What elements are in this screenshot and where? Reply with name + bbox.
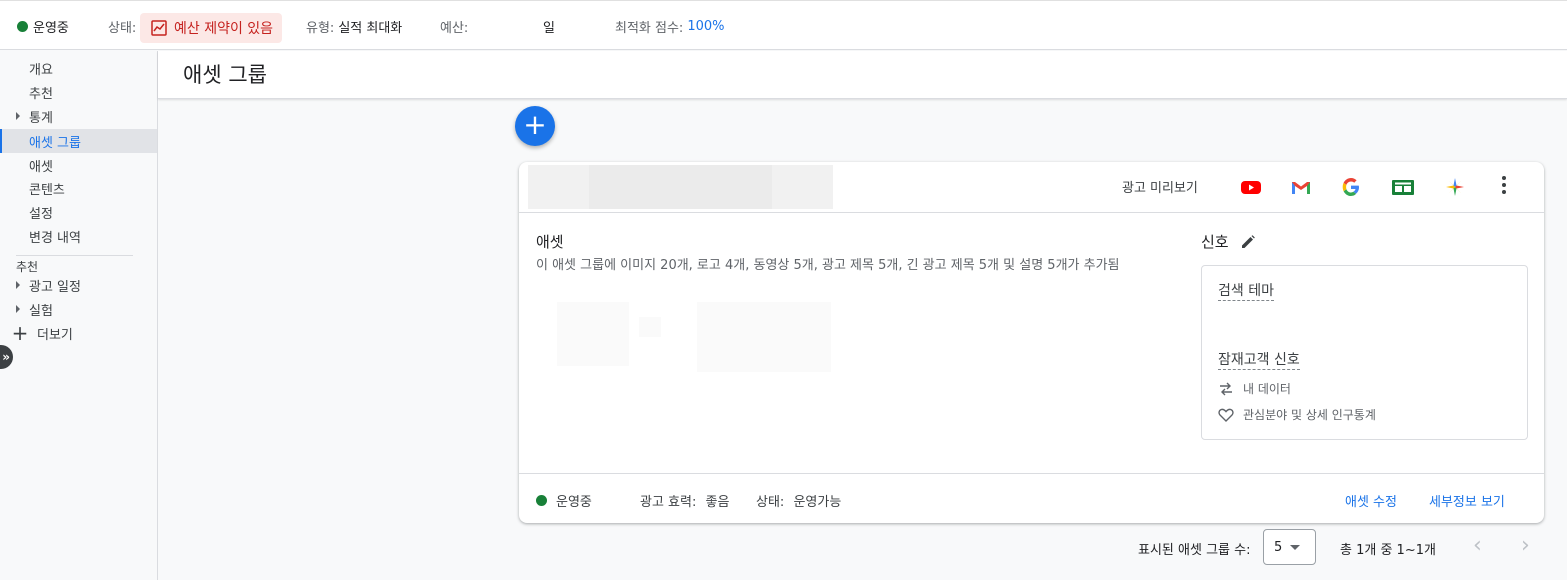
opt-score-value[interactable]: 100% [687,19,724,34]
campaign-running-status[interactable]: 운영중 [17,1,69,51]
assets-title: 애셋 [536,233,564,251]
asset-group-card: 광고 미리보기 애셋 이 애셋 그룹에 이미지 20개, 로고 4개, 동영상 … [519,162,1544,523]
sidebar-nav: 개요 추천 통계 애셋 그룹 애셋 콘텐츠 설정 변경 내역 추천 광고 일정 … [0,51,158,580]
sidebar-item-ad-schedule[interactable]: 광고 일정 [0,273,157,297]
sidebar-item-label: 설정 [29,206,53,222]
ad-strength[interactable]: 광고 효력: 좋음 [640,491,729,510]
budget-label: 예산: [440,20,469,36]
asset-group-name[interactable] [528,165,833,209]
ad-strength-value: 좋음 [705,495,730,510]
my-data-label: 내 데이터 [1243,382,1291,396]
sidebar-item-recommendations[interactable]: 추천 [0,80,157,104]
ad-preview-label[interactable]: 광고 미리보기 [1122,177,1198,196]
google-icon[interactable] [1339,177,1363,197]
footer-status-text: 운영중 [556,495,592,510]
sidebar-item-label: 개요 [29,62,53,78]
sidebar-item-settings[interactable]: 설정 [0,200,157,224]
interests-label: 관심분야 및 상세 인구통계 [1243,408,1376,422]
rows-per-page-label: 표시된 애셋 그룹 수: [1138,543,1251,558]
rows-per-page-value: 5 [1274,539,1283,555]
sidebar-more-button[interactable]: + 더보기 [10,323,73,343]
budget-limited-chip[interactable]: 예산 제약이 있음 [140,13,283,43]
rows-per-page-select[interactable]: 5 [1263,529,1316,565]
running-status-dot [17,20,28,32]
sidebar-item-label: 실험 [29,303,53,319]
asset-thumbnail [697,302,831,372]
type-value: 실적 최대화 [338,20,403,36]
sidebar-item-label: 추천 [29,86,53,102]
asset-group-status: 운영중 [536,491,592,510]
next-page-icon[interactable]: › [1521,535,1530,557]
sidebar-item-assets[interactable]: 애셋 [0,153,157,177]
page-title: 애셋 그룹 [183,63,267,87]
signals-header: 신호 [1201,231,1255,252]
gmail-icon[interactable] [1289,177,1313,197]
caret-right-icon [16,281,20,289]
sidebar-divider [16,255,133,256]
type-label: 유형: [306,20,335,36]
opt-score-label: 최적화 점수: [615,20,684,36]
sidebar-item-label: 애셋 그룹 [29,135,81,151]
audience-signal-link[interactable]: 잠재고객 신호 [1218,352,1300,370]
more-label: 더보기 [37,327,73,343]
card-footer: 운영중 광고 효력: 좋음 상태: 운영가능 애셋 수정 세부정보 보기 [519,473,1544,523]
state-label: 상태: [756,495,785,510]
signals-title: 신호 [1201,233,1229,251]
sidebar-item-label: 통계 [29,110,53,126]
add-asset-group-button[interactable]: + [515,106,555,146]
sidebar-item-label: 광고 일정 [29,279,81,295]
signals-box: 검색 테마 잠재고객 신호 내 데이터 관심분야 및 상세 인구통계 [1201,265,1528,440]
card-header: 광고 미리보기 [519,162,1544,213]
search-themes-link[interactable]: 검색 테마 [1218,283,1274,301]
budget-limited-text: 예산 제약이 있음 [174,21,274,37]
dropdown-arrow-icon [1290,544,1301,550]
plus-icon: + [11,321,29,345]
sidebar-item-insights[interactable]: 통계 [0,104,157,128]
assets-description: 이 애셋 그룹에 이미지 20개, 로고 4개, 동영상 5개, 광고 제목 5… [536,258,1120,273]
state-value: 운영가능 [793,495,842,510]
page-header: 애셋 그룹 [158,51,1567,99]
campaign-status-bar: 운영중 상태: 예산 제약이 있음 유형: 실적 최대화 예산: 일 최적화 점… [0,0,1567,50]
more-vert-icon[interactable] [1502,176,1506,194]
discover-icon[interactable] [1443,177,1467,197]
caret-right-icon [16,112,20,120]
swap-arrows-icon [1220,382,1232,395]
sidebar-item-label: 변경 내역 [29,230,81,246]
youtube-icon[interactable] [1239,177,1263,197]
plus-icon: + [523,108,547,141]
heart-icon [1218,408,1234,422]
sidebar-item-label: 애셋 [29,159,53,175]
asset-thumbnail [557,302,629,366]
sidebar-item-label: 콘텐츠 [29,182,65,198]
sidebar-item-change-history[interactable]: 변경 내역 [0,224,157,248]
edit-assets-link[interactable]: 애셋 수정 [1345,491,1397,510]
interests-row: 관심분야 및 상세 인구통계 [1218,406,1376,423]
sidebar-item-overview[interactable]: 개요 [0,56,157,80]
status-label: 상태: [108,20,137,36]
sidebar-item-asset-groups[interactable]: 애셋 그룹 [0,129,157,153]
running-status-dot [536,495,547,506]
pagination-count: 총 1개 중 1~1개 [1340,543,1436,558]
running-status-text: 운영중 [33,20,69,36]
campaign-type: 유형: 실적 최대화 [306,1,402,51]
eligibility-status: 상태: 운영가능 [756,491,841,510]
asset-thumbnail [639,317,661,337]
view-details-link[interactable]: 세부정보 보기 [1429,491,1505,510]
my-data-row: 내 데이터 [1218,380,1291,397]
optimization-score[interactable]: 최적화 점수: 100% [615,1,724,51]
double-chevron-right-icon: » [2,350,10,364]
caret-right-icon [16,305,20,313]
ad-strength-label: 광고 효력: [640,495,697,510]
edit-pencil-icon[interactable] [1241,234,1255,249]
sidebar-item-experiments[interactable]: 실험 [0,297,157,321]
trend-chart-icon [151,20,167,36]
sidebar-item-content[interactable]: 콘텐츠 [0,176,157,200]
budget-unit: 일 [543,20,555,36]
display-icon[interactable] [1391,177,1415,197]
prev-page-icon[interactable]: ‹ [1473,535,1482,557]
